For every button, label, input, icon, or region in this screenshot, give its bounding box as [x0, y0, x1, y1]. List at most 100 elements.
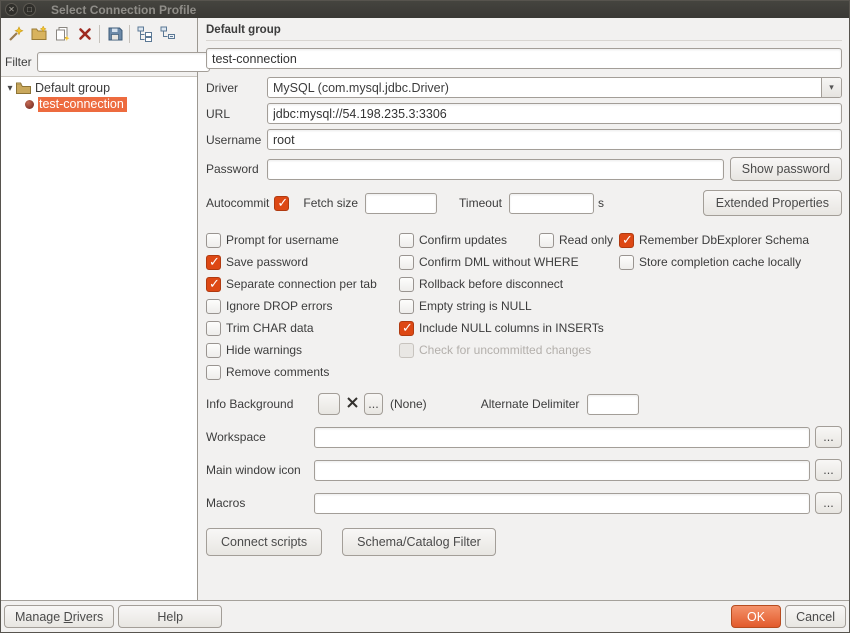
checkbox-remember-dbexplorer-schema[interactable]: Remember DbExplorer Schema	[619, 233, 842, 248]
checkbox-box	[399, 233, 414, 248]
checkbox-autocommit[interactable]: Autocommit	[206, 196, 289, 211]
checkbox-label: Confirm updates	[419, 233, 507, 247]
password-row: Password Show password	[206, 157, 842, 181]
password-input[interactable]	[267, 159, 724, 180]
alternate-delimiter-input[interactable]	[587, 394, 639, 415]
driver-value: MySQL (com.mysql.jdbc.Driver)	[268, 81, 821, 95]
main-window-icon-browse-button[interactable]: ...	[815, 459, 842, 481]
driver-row: Driver MySQL (com.mysql.jdbc.Driver)	[206, 77, 842, 98]
autocommit-row: Autocommit Fetch size Timeout s Extended…	[206, 190, 842, 216]
fetch-size-input[interactable]	[365, 193, 437, 214]
magic-wand-icon	[7, 25, 25, 43]
checkbox-trim-char-data[interactable]: Trim CHAR data	[206, 321, 399, 336]
show-password-button[interactable]: Show password	[730, 157, 842, 181]
expand-all-button[interactable]	[133, 22, 156, 46]
macros-input[interactable]	[314, 493, 810, 514]
manage-drivers-label: Manage	[15, 610, 64, 624]
save-profiles-button[interactable]	[103, 22, 126, 46]
timeout-input[interactable]	[509, 193, 594, 214]
filter-row: Filter	[1, 49, 197, 76]
connect-scripts-button[interactable]: Connect scripts	[206, 528, 322, 556]
workspace-input[interactable]	[314, 427, 810, 448]
checkbox-remove-comments[interactable]: Remove comments	[206, 365, 399, 380]
delete-profile-button[interactable]	[73, 22, 96, 46]
pick-color-button[interactable]: ...	[364, 393, 383, 415]
checkbox-box	[399, 299, 414, 314]
copy-icon	[53, 25, 71, 43]
cancel-button[interactable]: Cancel	[785, 605, 846, 628]
tree-item-test-connection[interactable]: test-connection	[1, 96, 197, 112]
checkbox-confirm-dml-without-where[interactable]: Confirm DML without WHERE	[399, 255, 539, 270]
manage-drivers-accel: D	[64, 610, 73, 624]
color-swatch-button[interactable]	[318, 393, 340, 415]
tree-group-default-group[interactable]: Default group	[1, 80, 197, 96]
checkbox-read-only[interactable]: Read only	[539, 233, 619, 248]
new-folder-icon	[30, 25, 48, 43]
workspace-browse-button[interactable]: ...	[815, 426, 842, 448]
checkbox-box	[399, 321, 414, 336]
username-label: Username	[206, 133, 267, 147]
main-window-icon-input[interactable]	[314, 460, 810, 481]
new-group-button[interactable]	[27, 22, 50, 46]
clear-color-button[interactable]	[342, 393, 362, 415]
expand-tree-icon	[136, 25, 154, 43]
checkbox-separate-connection-per-tab[interactable]: Separate connection per tab	[206, 277, 399, 292]
close-button[interactable]	[5, 3, 18, 16]
checkbox-label: Include NULL columns in INSERTs	[419, 321, 604, 335]
checkbox-box	[206, 343, 221, 358]
checkbox-ignore-drop-errors[interactable]: Ignore DROP errors	[206, 299, 399, 314]
checkbox-box	[274, 196, 289, 211]
profile-editor: Default group Driver MySQL (com.mysql.jd…	[198, 18, 849, 600]
expander-icon[interactable]	[4, 83, 16, 94]
checkbox-save-password[interactable]: Save password	[206, 255, 399, 270]
workspace-row: Workspace ...	[206, 426, 842, 448]
macros-label: Macros	[206, 496, 314, 510]
profile-toolbar	[1, 18, 197, 49]
profile-tree[interactable]: Default group test-connection	[1, 76, 197, 600]
checkbox-label: Trim CHAR data	[226, 321, 314, 335]
checkbox-label: Store completion cache locally	[639, 255, 801, 269]
schema-catalog-filter-button[interactable]: Schema/Catalog Filter	[342, 528, 496, 556]
checkbox-box	[206, 255, 221, 270]
checkbox-label: Rollback before disconnect	[419, 277, 563, 291]
manage-drivers-button[interactable]: Manage Drivers	[4, 605, 114, 628]
driver-select[interactable]: MySQL (com.mysql.jdbc.Driver)	[267, 77, 842, 98]
filter-label: Filter	[5, 55, 32, 69]
chevron-down-icon[interactable]	[821, 78, 841, 97]
checkbox-store-completion-cache-locally[interactable]: Store completion cache locally	[619, 255, 842, 270]
checkbox-box	[399, 255, 414, 270]
profile-name-input[interactable]	[206, 48, 842, 69]
restore-button[interactable]	[23, 3, 36, 16]
checkbox-hide-warnings[interactable]: Hide warnings	[206, 343, 399, 358]
checkbox-label: Prompt for username	[226, 233, 339, 247]
window-title: Select Connection Profile	[51, 3, 196, 17]
checkbox-label: Read only	[559, 233, 613, 247]
group-header: Default group	[206, 23, 842, 41]
password-label: Password	[206, 162, 267, 176]
checkbox-prompt-for-username[interactable]: Prompt for username	[206, 233, 399, 248]
checkbox-rollback-before-disconnect[interactable]: Rollback before disconnect	[399, 277, 539, 292]
options-grid: Prompt for username Confirm updates Read…	[206, 229, 842, 383]
checkbox-label: Confirm DML without WHERE	[419, 255, 579, 269]
collapse-all-button[interactable]	[156, 22, 179, 46]
filter-input[interactable]	[37, 52, 210, 72]
ok-button[interactable]: OK	[731, 605, 781, 628]
checkbox-include-null-columns-in-inserts[interactable]: Include NULL columns in INSERTs	[399, 321, 539, 336]
save-floppy-icon	[106, 25, 124, 43]
new-profile-button[interactable]	[4, 22, 27, 46]
checkbox-label: Hide warnings	[226, 343, 302, 357]
copy-profile-button[interactable]	[50, 22, 73, 46]
checkbox-empty-string-is-null[interactable]: Empty string is NULL	[399, 299, 539, 314]
checkbox-box	[399, 277, 414, 292]
info-background-row: Info Background ... (None) Alternate Del…	[206, 393, 842, 415]
extended-properties-button[interactable]: Extended Properties	[703, 190, 842, 216]
info-background-value: (None)	[390, 397, 427, 411]
url-input[interactable]	[267, 103, 842, 124]
macros-browse-button[interactable]: ...	[815, 492, 842, 514]
checkbox-confirm-updates[interactable]: Confirm updates	[399, 233, 539, 248]
help-button[interactable]: Help	[118, 605, 222, 628]
timeout-label: Timeout	[459, 196, 502, 210]
timeout-unit: s	[598, 196, 604, 210]
tree-group-label: Default group	[35, 81, 110, 95]
username-input[interactable]	[267, 129, 842, 150]
